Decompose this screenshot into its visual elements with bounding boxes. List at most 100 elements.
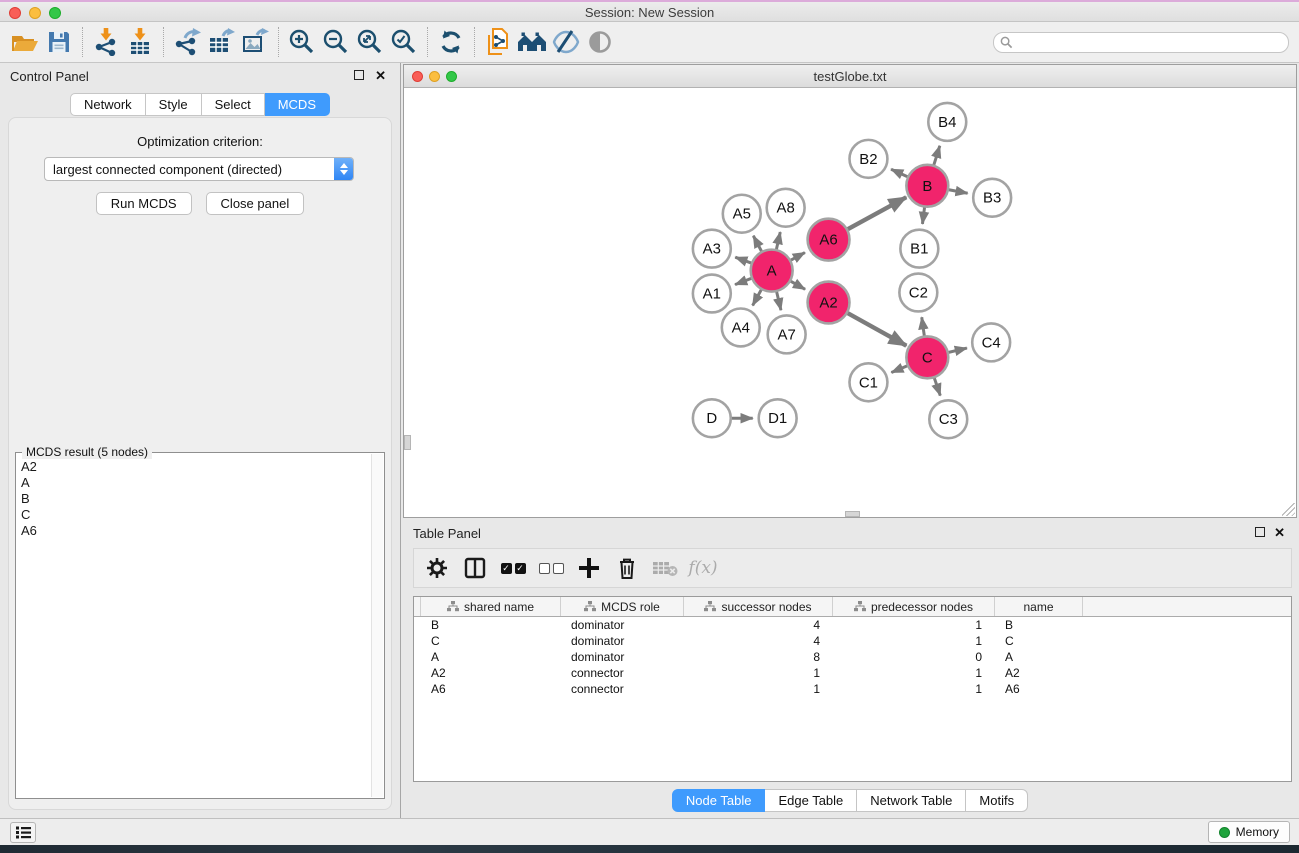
graph-node-A8[interactable]: A8 [767,189,805,227]
column-header-name[interactable]: name [995,597,1083,616]
cell-predecessor-nodes[interactable]: 1 [833,618,995,632]
cell-shared-name[interactable]: A [421,650,561,664]
close-panel-icon[interactable]: ✕ [375,68,386,84]
graph-node-C[interactable]: C [906,336,948,378]
zoom-out-icon[interactable] [319,26,353,58]
optimization-criterion-dropdown[interactable]: largest connected component (directed) [44,157,354,181]
graph-node-B3[interactable]: B3 [973,179,1011,217]
hide-graphics-details-icon[interactable] [549,26,583,58]
network-window-titlebar[interactable]: testGlobe.txt [404,65,1296,88]
tab-network-table[interactable]: Network Table [857,789,966,812]
cell-successor-nodes[interactable]: 4 [684,634,833,648]
add-column-plus-icon[interactable] [574,553,604,583]
cell-MCDS-role[interactable]: connector [561,682,684,696]
zoom-selected-icon[interactable] [387,26,421,58]
graph-node-B4[interactable]: B4 [928,103,966,141]
select-all-icon[interactable]: ✓✓ [498,553,528,583]
table-settings-gear-icon[interactable] [422,553,452,583]
cell-name[interactable]: C [995,634,1083,648]
cell-MCDS-role[interactable]: dominator [561,650,684,664]
cell-name[interactable]: B [995,618,1083,632]
column-header-successor-nodes[interactable]: successor nodes [684,597,833,616]
import-table-icon[interactable] [123,26,157,58]
tab-motifs[interactable]: Motifs [966,789,1028,812]
tab-edge-table[interactable]: Edge Table [765,789,857,812]
graph-node-B[interactable]: B [906,165,948,207]
graph-node-B2[interactable]: B2 [850,140,888,178]
column-header-shared-name[interactable]: shared name [421,597,561,616]
cell-successor-nodes[interactable]: 1 [684,682,833,696]
graph-node-C2[interactable]: C2 [899,274,937,312]
graph-node-A7[interactable]: A7 [768,315,806,353]
memory-button[interactable]: Memory [1208,821,1290,843]
search-input[interactable] [1013,35,1288,49]
graph-node-C4[interactable]: C4 [972,323,1010,361]
search-field[interactable] [993,32,1289,53]
tab-network[interactable]: Network [70,93,146,116]
graph-node-A[interactable]: A [751,250,793,292]
graph-node-B1[interactable]: B1 [900,230,938,268]
table-row[interactable]: Cdominator41C [414,633,1291,649]
canvas-vertical-scroll-thumb[interactable] [404,435,411,450]
mcds-result-list[interactable]: A2ABCA6 [18,455,370,796]
cell-successor-nodes[interactable]: 1 [684,666,833,680]
mcds-result-item[interactable]: A2 [18,459,370,475]
window-resize-grip[interactable] [1282,503,1295,516]
open-file-icon[interactable] [8,26,42,58]
column-header-MCDS-role[interactable]: MCDS role [561,597,684,616]
table-row[interactable]: A2connector11A2 [414,665,1291,681]
mcds-result-item[interactable]: C [18,507,370,523]
cell-successor-nodes[interactable]: 4 [684,618,833,632]
mcds-result-item[interactable]: B [18,491,370,507]
close-panel-button[interactable]: Close panel [206,192,305,215]
float-panel-icon[interactable] [354,70,364,80]
zoom-in-icon[interactable] [285,26,319,58]
eye-toggle-icon[interactable] [583,26,617,58]
import-network-icon[interactable] [89,26,123,58]
cell-name[interactable]: A [995,650,1083,664]
graph-node-A3[interactable]: A3 [693,230,731,268]
save-session-icon[interactable] [42,26,76,58]
cell-successor-nodes[interactable]: 8 [684,650,833,664]
zoom-fit-icon[interactable] [353,26,387,58]
graph-node-A5[interactable]: A5 [723,195,761,233]
tab-node-table[interactable]: Node Table [672,789,766,812]
graph-node-A6[interactable]: A6 [808,219,850,261]
cell-MCDS-role[interactable]: connector [561,666,684,680]
task-history-button[interactable] [10,822,36,843]
delete-column-trash-icon[interactable] [612,553,642,583]
table-row[interactable]: Bdominator41B [414,617,1291,633]
cell-MCDS-role[interactable]: dominator [561,634,684,648]
network-canvas[interactable]: AA1A2A3A4A5A6A7A8BB1B2B3B4CC1C2C3C4DD1 [404,89,1296,517]
cell-predecessor-nodes[interactable]: 0 [833,650,995,664]
cell-shared-name[interactable]: A2 [421,666,561,680]
mcds-result-item[interactable]: A6 [18,523,370,539]
tab-mcds[interactable]: MCDS [265,93,330,116]
tab-style[interactable]: Style [146,93,202,116]
mcds-result-scrollbar[interactable] [371,454,383,797]
run-mcds-button[interactable]: Run MCDS [96,192,192,215]
close-table-panel-icon[interactable]: ✕ [1274,525,1285,541]
graph-node-A1[interactable]: A1 [693,275,731,313]
tab-select[interactable]: Select [202,93,265,116]
cell-name[interactable]: A2 [995,666,1083,680]
graph-node-A2[interactable]: A2 [808,282,850,324]
cell-shared-name[interactable]: C [421,634,561,648]
table-row[interactable]: Adominator80A [414,649,1291,665]
export-network-icon[interactable] [170,26,204,58]
network-graph[interactable]: AA1A2A3A4A5A6A7A8BB1B2B3B4CC1C2C3C4DD1 [404,89,1296,517]
column-header-predecessor-nodes[interactable]: predecessor nodes [833,597,995,616]
cell-MCDS-role[interactable]: dominator [561,618,684,632]
float-table-panel-icon[interactable] [1255,527,1265,537]
table-row[interactable]: A6connector11A6 [414,681,1291,697]
canvas-horizontal-scroll-thumb[interactable] [845,511,860,517]
cell-predecessor-nodes[interactable]: 1 [833,634,995,648]
graph-node-A4[interactable]: A4 [722,308,760,346]
show-columns-icon[interactable] [460,553,490,583]
graph-node-C3[interactable]: C3 [929,400,967,438]
cell-shared-name[interactable]: A6 [421,682,561,696]
mcds-result-item[interactable]: A [18,475,370,491]
graph-node-D[interactable]: D [693,399,731,437]
graph-node-C1[interactable]: C1 [850,363,888,401]
home-networks-icon[interactable] [515,26,549,58]
